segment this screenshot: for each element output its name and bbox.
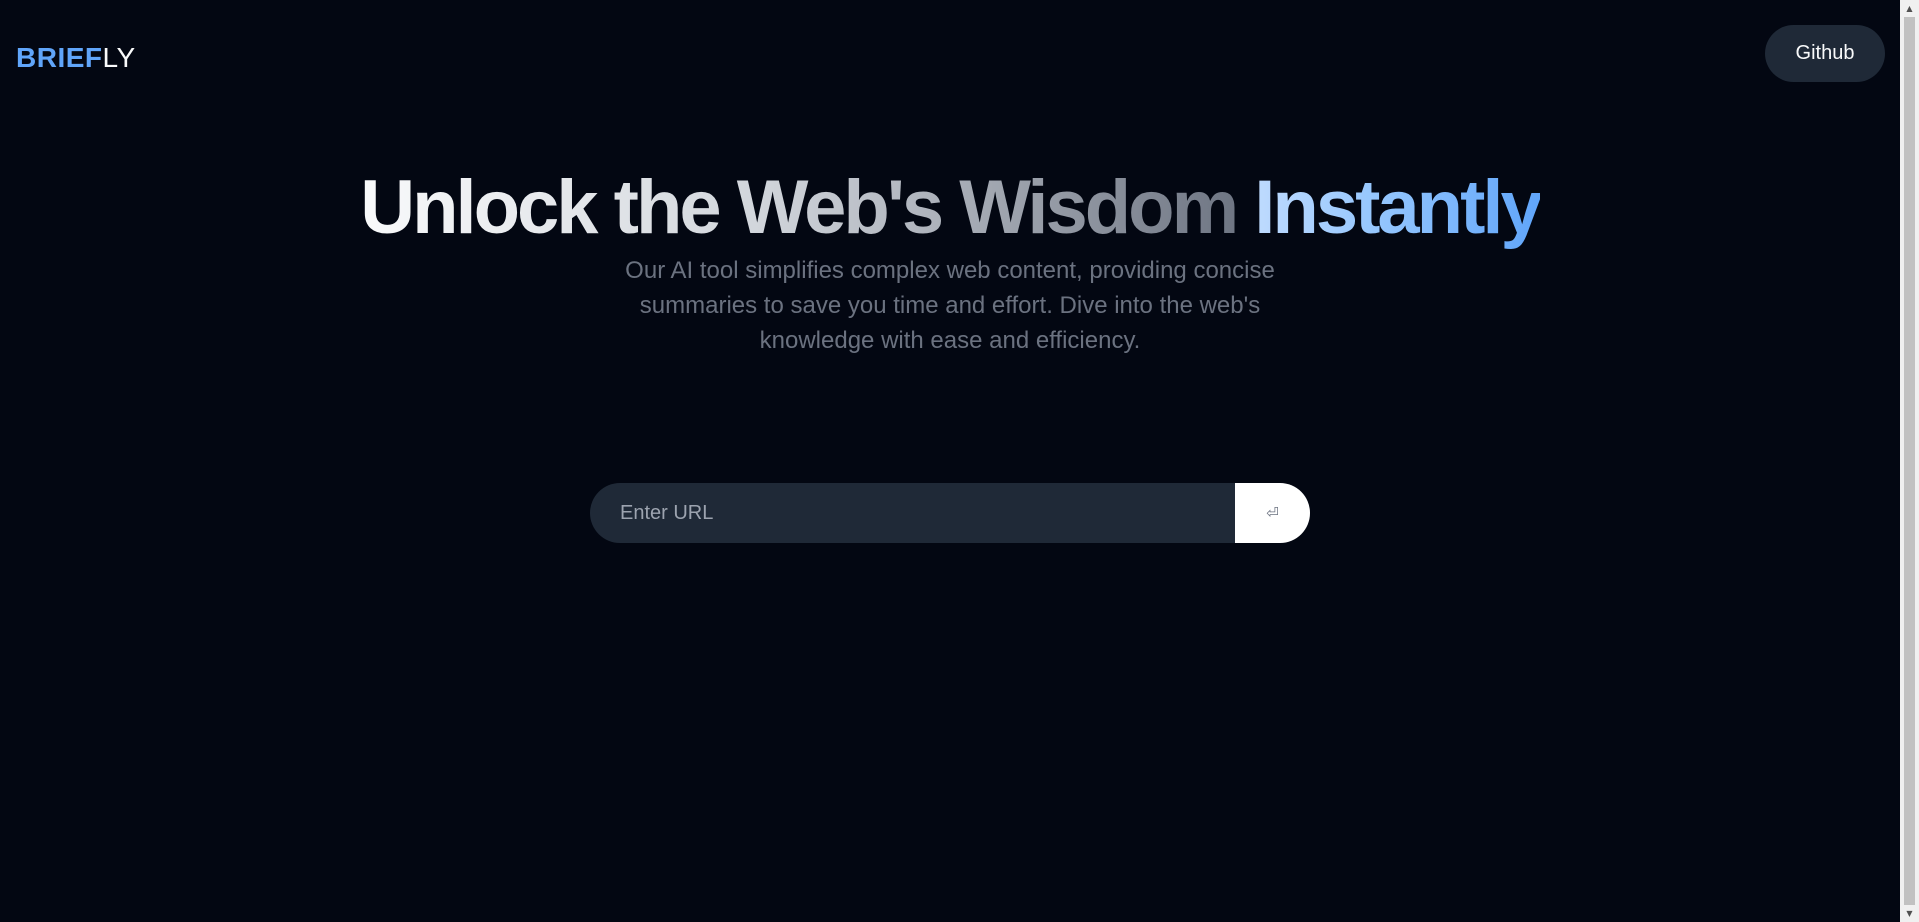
logo-rest: LY	[102, 42, 136, 73]
url-form: ⏎	[590, 483, 1310, 543]
github-button[interactable]: Github	[1765, 25, 1885, 82]
scroll-thumb[interactable]	[1904, 17, 1915, 905]
logo[interactable]: BRIEFLY	[16, 42, 136, 74]
scroll-down-icon[interactable]: ▼	[1900, 905, 1919, 922]
hero-title-lead: Unlock the Web's Wisdom	[360, 165, 1255, 250]
hero-subtitle: Our AI tool simplifies complex web conte…	[625, 257, 1275, 354]
enter-icon: ⏎	[1266, 504, 1279, 522]
page: BRIEFLY Github Unlock the Web's Wisdom I…	[0, 0, 1900, 922]
url-input[interactable]	[590, 483, 1235, 543]
submit-button[interactable]: ⏎	[1235, 483, 1310, 543]
scroll-up-icon[interactable]: ▲	[1900, 0, 1919, 17]
logo-accent: BRIEF	[16, 42, 103, 73]
scrollbar[interactable]: ▲ ▼	[1900, 0, 1919, 922]
hero-title-highlight: Instantly	[1254, 165, 1542, 250]
hero-title: Unlock the Web's Wisdom Instantly	[0, 163, 1900, 253]
